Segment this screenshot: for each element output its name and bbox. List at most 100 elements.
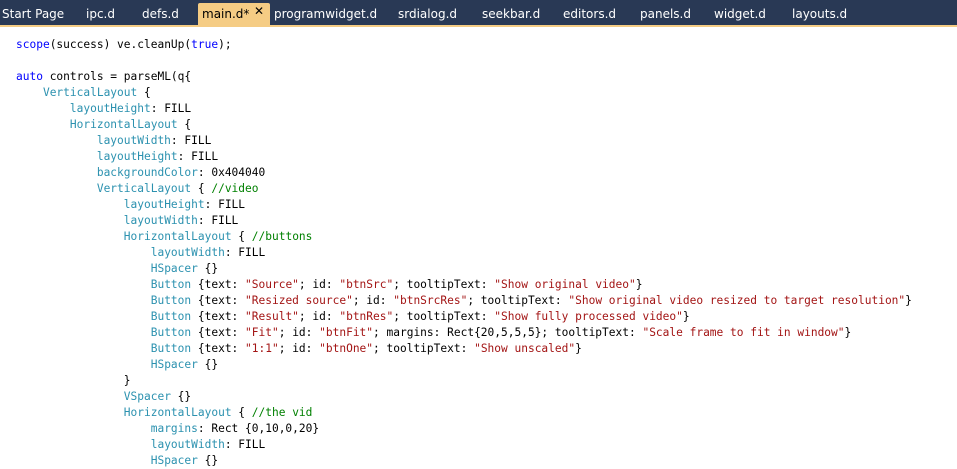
tab-programwidget-d[interactable]: programwidget.d <box>272 3 384 25</box>
code-token: true <box>191 38 219 51</box>
code-token: : 0x404040 <box>197 166 266 179</box>
code-token: layoutWidth <box>150 246 225 259</box>
code-token: layoutWidth <box>96 134 171 147</box>
code-token: Button <box>150 342 192 355</box>
code-token: {text: <box>191 326 246 339</box>
code-token: "btnSrc" <box>339 278 394 291</box>
code-line: layoutWidth: FILL <box>16 437 912 453</box>
code-token: "1:1" <box>245 342 279 355</box>
code-token: VerticalLayout <box>96 182 192 195</box>
tab-start-page[interactable]: Start Page <box>0 3 78 25</box>
code-token: layoutHeight <box>96 150 178 163</box>
tab-panels-d[interactable]: panels.d <box>638 3 708 25</box>
code-token: HSpacer <box>150 262 198 275</box>
code-token: layoutWidth <box>150 438 225 451</box>
code-line: Button {text: "Resized source"; id: "btn… <box>16 293 912 309</box>
code-token: //the vid <box>251 406 313 419</box>
ide-window: Start Page ipc.d defs.d main.d* ✕ progra… <box>0 0 957 469</box>
code-token: VSpacer <box>123 390 171 403</box>
code-token: ; tooltipText: <box>393 278 495 291</box>
code-line: auto controls = parseML(q{ <box>16 69 912 85</box>
code-token: auto <box>16 70 43 83</box>
code-text[interactable]: scope(success) ve.cleanUp(true); auto co… <box>16 37 912 469</box>
code-token: layoutWidth <box>123 214 198 227</box>
code-token: {text: <box>191 310 246 323</box>
code-token: "btnSrcRes" <box>393 294 468 307</box>
code-token: { <box>231 230 252 243</box>
code-token: {text: <box>191 294 246 307</box>
code-token: backgroundColor <box>96 166 198 179</box>
code-token: "Fit" <box>245 326 279 339</box>
code-token: } <box>635 278 643 291</box>
code-token: "Show original video" <box>494 278 636 291</box>
code-line: Button {text: "Fit"; id: "btnFit"; margi… <box>16 325 912 341</box>
code-token: : FILL <box>197 214 239 227</box>
code-token: "Show original video resized to target r… <box>568 294 906 307</box>
tab-widget-d[interactable]: widget.d <box>712 3 782 25</box>
code-token: (success) ve.cleanUp( <box>49 38 192 51</box>
code-token: { <box>191 182 212 195</box>
code-token: } <box>682 310 690 323</box>
code-token: ; tooltipText: <box>373 342 475 355</box>
code-line: HorizontalLayout { //buttons <box>16 229 912 245</box>
code-token: HorizontalLayout <box>123 406 232 419</box>
code-token: "btnFit" <box>319 326 374 339</box>
code-token: Button <box>150 326 192 339</box>
code-token: layoutHeight <box>69 102 151 115</box>
tab-srdialog-d[interactable]: srdialog.d <box>396 3 472 25</box>
code-token: layoutHeight <box>123 198 205 211</box>
tab-ipc-d[interactable]: ipc.d <box>84 3 140 25</box>
code-token: Button <box>150 310 192 323</box>
code-token: ; id: <box>352 294 394 307</box>
tab-editors-d[interactable]: editors.d <box>561 3 629 25</box>
code-token: HorizontalLayout <box>69 118 178 131</box>
code-token: : FILL <box>177 150 219 163</box>
tab-layouts-d[interactable]: layouts.d <box>790 3 864 25</box>
code-token: "Show unscaled" <box>474 342 576 355</box>
code-token: : FILL <box>170 134 212 147</box>
tab-seekbar-d[interactable]: seekbar.d <box>480 3 552 25</box>
code-token: controls = parseML(q{ <box>42 70 192 83</box>
code-editor[interactable]: scope(success) ve.cleanUp(true); auto co… <box>0 27 957 469</box>
code-token: "Scale frame to fit in window" <box>642 326 845 339</box>
code-line: layoutHeight: FILL <box>16 197 912 213</box>
code-token: {text: <box>191 342 246 355</box>
code-line: VSpacer {} <box>16 389 912 405</box>
code-token: "Resized source" <box>245 294 353 307</box>
code-token: { <box>177 118 192 131</box>
tab-defs-d[interactable]: defs.d <box>140 3 198 25</box>
code-token: margins <box>150 422 198 435</box>
code-token: ; id: <box>298 310 340 323</box>
code-line: scope(success) ve.cleanUp(true); <box>16 37 912 53</box>
code-token: ; tooltipText: <box>393 310 495 323</box>
close-icon[interactable]: ✕ <box>252 4 266 18</box>
code-token: HSpacer <box>150 358 198 371</box>
code-token: {text: <box>191 278 246 291</box>
code-line: VerticalLayout { //video <box>16 181 912 197</box>
code-line: layoutWidth: FILL <box>16 133 912 149</box>
code-token: { <box>231 406 252 419</box>
code-token: : FILL <box>224 438 266 451</box>
code-line: HSpacer {} <box>16 357 912 373</box>
code-token: "Result" <box>245 310 299 323</box>
code-line: backgroundColor: 0x404040 <box>16 165 912 181</box>
tab-label: main.d* <box>202 7 250 21</box>
code-line: HSpacer {} <box>16 453 912 469</box>
code-token: } <box>16 374 131 387</box>
code-token: "Show fully processed video" <box>494 310 683 323</box>
code-token: {} <box>197 358 219 371</box>
code-token: ; id: <box>278 342 320 355</box>
